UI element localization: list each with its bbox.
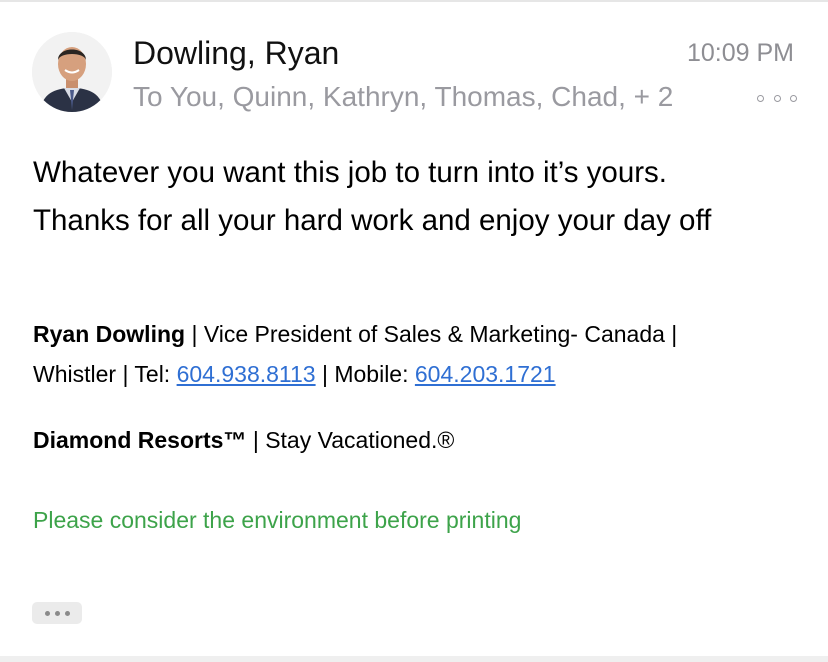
bottom-divider [0, 656, 828, 662]
dot [773, 94, 781, 102]
signature-block: Ryan Dowling | Vice President of Sales &… [33, 314, 677, 394]
dot [790, 94, 797, 102]
mobile-link[interactable]: 604.203.1721 [415, 361, 556, 387]
company-line: Diamond Resorts™ | Stay Vacationed.® [33, 420, 454, 460]
company-name: Diamond Resorts™ [33, 427, 247, 453]
email-body: Whatever you want this job to turn into … [33, 149, 711, 245]
more-options-icon[interactable] [757, 93, 797, 103]
mobile-label: | Mobile: [315, 361, 415, 387]
dot [54, 610, 60, 616]
location-tel-label: Whistler | Tel: [33, 361, 177, 387]
show-trimmed-content-button[interactable] [32, 602, 82, 624]
recipients-list[interactable]: To You, Quinn, Kathryn, Thomas, Chad, + … [133, 80, 673, 114]
sender-name[interactable]: Dowling, Ryan [133, 34, 339, 72]
signature-title: | Vice President of Sales & Marketing- C… [185, 321, 678, 347]
dot [44, 610, 50, 616]
tel-link[interactable]: 604.938.8113 [177, 361, 316, 387]
company-tagline: | Stay Vacationed.® [246, 427, 455, 453]
sender-avatar[interactable] [32, 32, 112, 112]
email-time: 10:09 PM [686, 39, 794, 67]
signature-line-1: Ryan Dowling | Vice President of Sales &… [33, 314, 677, 354]
body-line-2: Thanks for all your hard work and enjoy … [33, 204, 712, 237]
signature-name: Ryan Dowling [33, 321, 186, 347]
body-line-1: Whatever you want this job to turn into … [33, 156, 668, 189]
dot [757, 94, 764, 102]
environment-note: Please consider the environment before p… [33, 507, 522, 533]
dot [64, 610, 70, 616]
signature-line-2: Whistler | Tel: 604.938.8113 | Mobile: 6… [33, 354, 677, 394]
top-divider [0, 0, 828, 2]
